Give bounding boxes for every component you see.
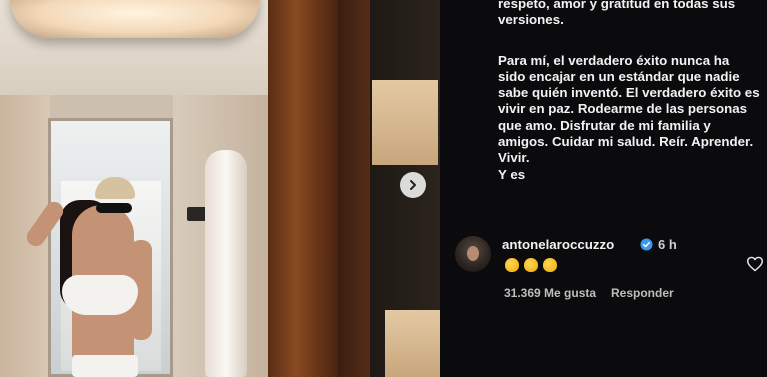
- clapping-hands-icon: [543, 257, 557, 272]
- reply-button[interactable]: Responder: [611, 286, 674, 300]
- chevron-right-icon: [410, 180, 416, 190]
- comment-username[interactable]: antonelaroccuzzo: [502, 237, 614, 252]
- comment: antonelaroccuzzo 6 h: [455, 232, 755, 292]
- next-photo-button[interactable]: [400, 172, 426, 198]
- ceiling-lamp: [10, 0, 260, 38]
- caption-paragraph: Para mí, el verdadero éxito nunca ha sid…: [498, 52, 760, 166]
- comment-time: 6 h: [658, 237, 677, 252]
- person-sunglasses: [96, 203, 132, 213]
- comment-emojis: [505, 256, 562, 272]
- shelf-upper: [372, 80, 438, 165]
- wood-panel: [268, 0, 338, 377]
- verified-badge-icon: [640, 238, 653, 251]
- shelf-lower: [385, 310, 440, 377]
- person-top: [62, 275, 138, 315]
- avatar[interactable]: [455, 236, 491, 272]
- person-bottom: [72, 355, 138, 377]
- post-photo: [0, 0, 440, 377]
- clapping-hands-icon: [505, 257, 519, 272]
- avatar-face: [467, 246, 479, 261]
- comment-likes[interactable]: 31.369 Me gusta: [504, 286, 596, 300]
- hanging-robe: [205, 150, 247, 377]
- caption-panel: respeto, amor y gratitud en todas sus ve…: [440, 0, 767, 377]
- heart-outline-icon[interactable]: [746, 256, 764, 272]
- caption-top-line: respeto, amor y gratitud en todas sus ve…: [498, 0, 736, 28]
- clapping-hands-icon: [524, 257, 538, 272]
- caption-tail: Y es: [498, 166, 526, 182]
- post-caption: respeto, amor y gratitud en todas sus ve…: [498, 0, 760, 183]
